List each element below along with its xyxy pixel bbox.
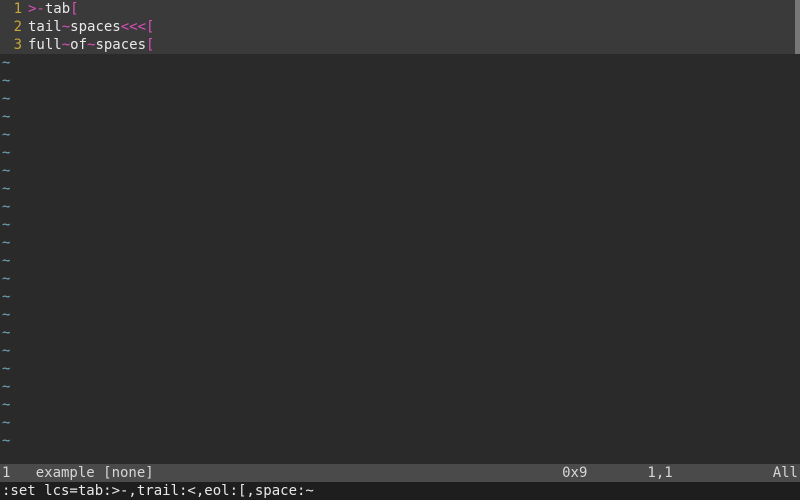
text: spaces <box>70 19 121 35</box>
status-scroll-percent: All <box>773 464 798 482</box>
empty-line-marker: ~ <box>0 396 800 414</box>
text-area: 1>-tab[2tail~spaces<<<[3full~of~spaces[ <box>0 0 800 54</box>
empty-line-marker: ~ <box>0 216 800 234</box>
text: spaces <box>95 37 146 53</box>
empty-line-marker: ~ <box>0 360 800 378</box>
command-line-text: :set lcs=tab:>-,trail:<,eol:[,space:~ <box>2 482 314 500</box>
buffer-line[interactable]: 1>-tab[ <box>0 0 800 18</box>
line-content[interactable]: >-tab[ <box>28 0 800 18</box>
listchar: >- <box>28 1 45 17</box>
status-char-code: 0x9 <box>562 464 587 482</box>
listchar: [ <box>146 37 154 53</box>
listchar: ~ <box>62 37 70 53</box>
status-cursor-pos: 1,1 <box>647 464 672 482</box>
text: tail <box>28 19 62 35</box>
text: tab <box>45 1 70 17</box>
empty-line-marker: ~ <box>0 324 800 342</box>
empty-line-marker: ~ <box>0 126 800 144</box>
empty-line-marker: ~ <box>0 270 800 288</box>
empty-line-marker: ~ <box>0 162 800 180</box>
empty-line-marker: ~ <box>0 54 800 72</box>
listchar: [ <box>70 1 78 17</box>
vim-editor: 1>-tab[2tail~spaces<<<[3full~of~spaces[ … <box>0 0 800 500</box>
listchar: ~ <box>62 19 70 35</box>
empty-line-marker: ~ <box>0 288 800 306</box>
empty-line-marker: ~ <box>0 198 800 216</box>
line-number: 1 <box>0 0 28 18</box>
empty-line-marker: ~ <box>0 72 800 90</box>
text: full <box>28 37 62 53</box>
empty-line-marker: ~ <box>0 144 800 162</box>
empty-line-marker: ~ <box>0 180 800 198</box>
empty-line-marker: ~ <box>0 342 800 360</box>
text: of <box>70 37 87 53</box>
line-number: 2 <box>0 18 28 36</box>
empty-line-marker: ~ <box>0 234 800 252</box>
empty-line-marker: ~ <box>0 90 800 108</box>
line-number: 3 <box>0 36 28 54</box>
command-line[interactable]: :set lcs=tab:>-,trail:<,eol:[,space:~ <box>0 482 800 500</box>
empty-line-marker: ~ <box>0 108 800 126</box>
buffer-line[interactable]: 2tail~spaces<<<[ <box>0 18 800 36</box>
text-buffer[interactable]: 1>-tab[2tail~spaces<<<[3full~of~spaces[ … <box>0 0 800 464</box>
status-file-info: 1 example [none] <box>2 464 154 482</box>
listchar: <<<[ <box>121 19 155 35</box>
status-line: 1 example [none] 0x9 1,1 All <box>0 464 800 482</box>
empty-line-marker: ~ <box>0 252 800 270</box>
scrollbar-thumb[interactable] <box>795 0 800 54</box>
buffer-line[interactable]: 3full~of~spaces[ <box>0 36 800 54</box>
line-content[interactable]: full~of~spaces[ <box>28 36 800 54</box>
line-content[interactable]: tail~spaces<<<[ <box>28 18 800 36</box>
empty-line-marker: ~ <box>0 306 800 324</box>
empty-line-marker: ~ <box>0 378 800 396</box>
empty-line-marker: ~ <box>0 432 800 450</box>
empty-line-marker: ~ <box>0 414 800 432</box>
